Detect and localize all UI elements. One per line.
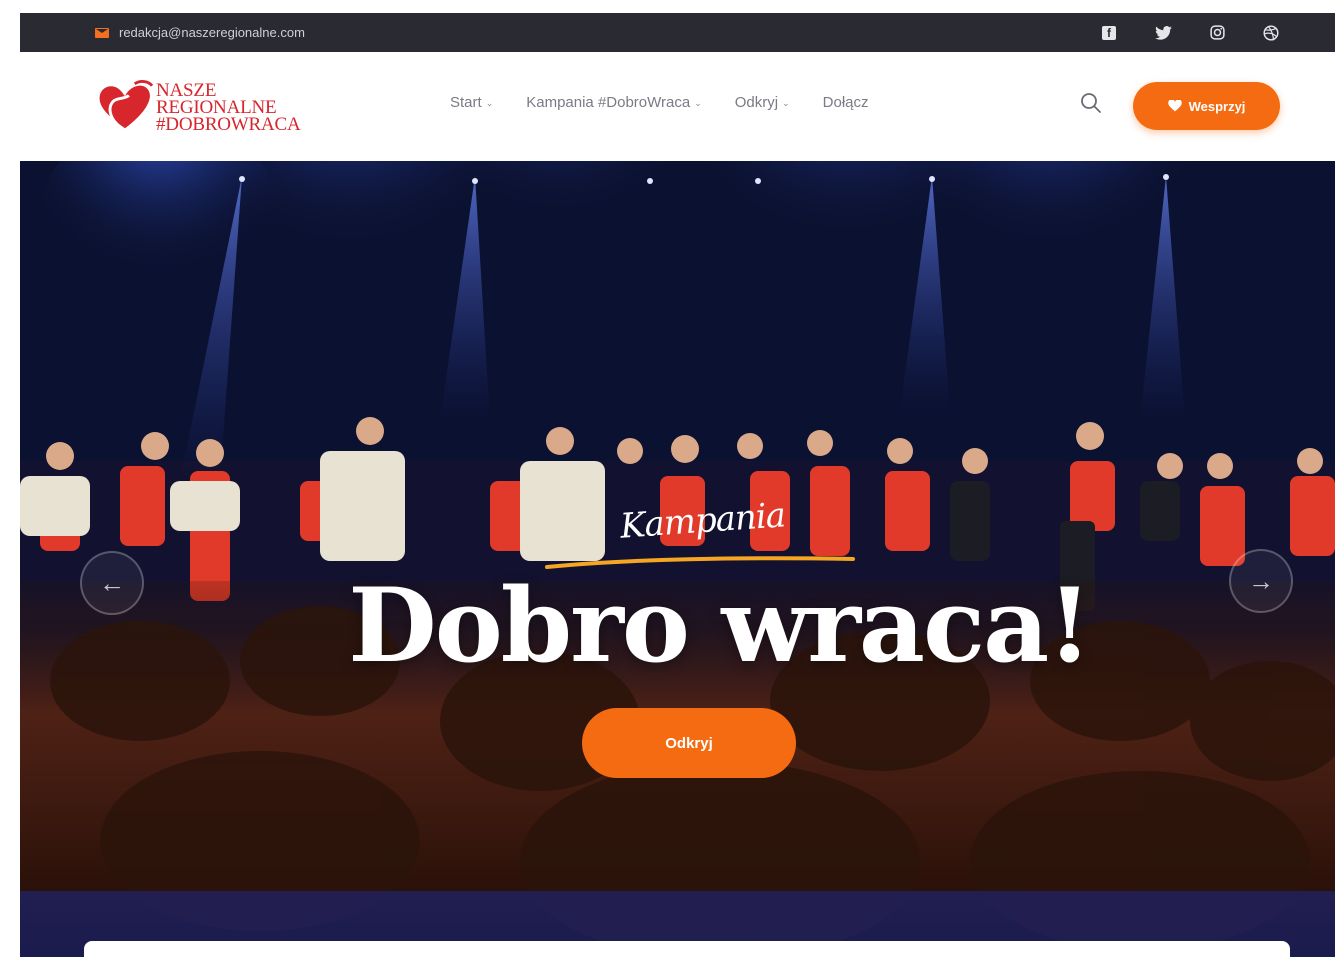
dribbble-icon[interactable] [1262,24,1280,42]
hero-headline: Dobro wraca! [348,566,1092,686]
hero-slider: ← → Kampania Dobro wraca! Odkryj [20,161,1335,957]
twitter-icon[interactable] [1154,24,1172,42]
logo-wordmark: NASZE REGIONALNE #DOBROWRACA [156,79,301,135]
facebook-icon[interactable]: f [1100,24,1118,42]
logo-line-2: REGIONALNE [156,96,277,118]
site-header: NASZE REGIONALNE #DOBROWRACA Start ⌄ Kam… [20,52,1335,161]
chevron-down-icon: ⌄ [782,97,790,108]
nav-item-odkryj[interactable]: Odkryj ⌄ [735,94,790,111]
slider-next-button[interactable]: → [1229,549,1293,613]
chevron-down-icon: ⌄ [694,97,702,108]
nav-item-start[interactable]: Start ⌄ [450,94,493,111]
contact-email[interactable]: redakcja@naszeregionalne.com [95,13,305,52]
logo-line-1: NASZE [156,79,217,101]
donate-button[interactable]: Wesprzyj [1133,82,1280,130]
hero-cta-label: Odkryj [665,734,713,752]
envelope-icon [95,27,109,38]
arrow-right-icon: → [1248,565,1274,596]
social-links: f [1100,13,1280,52]
nav-item-label: Odkryj [734,93,779,111]
nav-item-label: Kampania #DobroWraca [526,93,691,111]
nav-item-label: Start [450,93,482,111]
nav-item-label: Dołącz [822,93,869,111]
site-logo[interactable]: NASZE REGIONALNE #DOBROWRACA [96,78,301,136]
content-card [84,941,1290,957]
nav-item-kampania[interactable]: Kampania #DobroWraca ⌄ [526,94,702,111]
heart-icon [1167,100,1182,112]
heart-logo-icon [99,79,154,129]
logo-line-3: #DOBROWRACA [156,113,301,135]
donate-label: Wesprzyj [1188,98,1246,114]
top-bar: redakcja@naszeregionalne.com f [20,13,1335,52]
hero-cta-button[interactable]: Odkryj [582,708,796,778]
contact-email-text: redakcja@naszeregionalne.com [119,25,305,40]
main-nav: Start ⌄ Kampania #DobroWraca ⌄ Odkryj ⌄ … [450,52,869,152]
nav-item-dolacz[interactable]: Dołącz [823,94,869,111]
search-icon[interactable] [1080,92,1102,114]
instagram-icon[interactable] [1208,24,1226,42]
chevron-down-icon: ⌄ [485,97,494,108]
